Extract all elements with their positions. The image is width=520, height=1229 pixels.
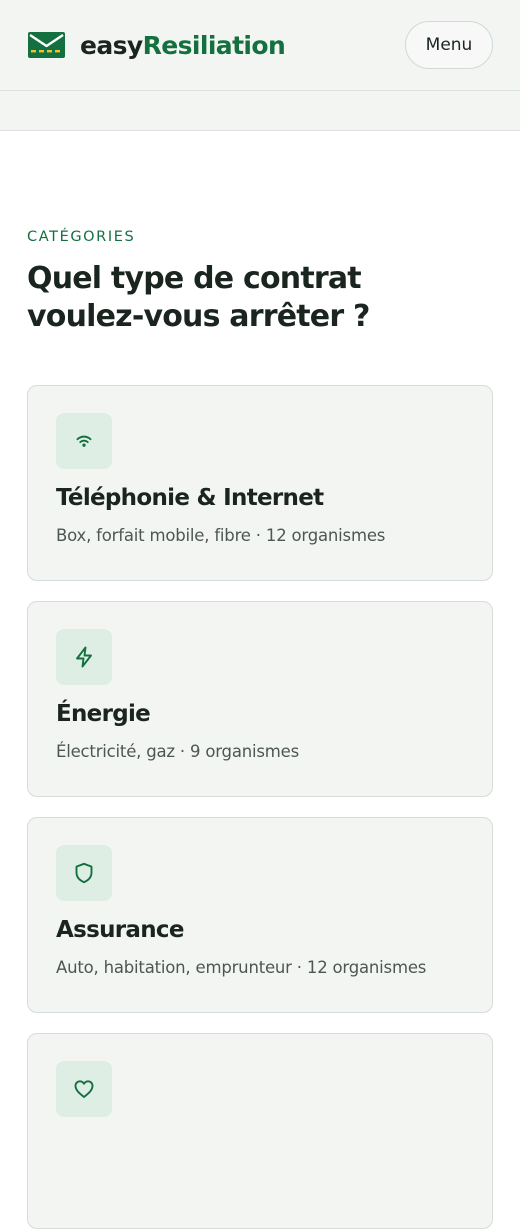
- category-card-energie[interactable]: Énergie Électricité, gaz · 9 organismes: [27, 601, 493, 797]
- brand-name-suffix: Resiliation: [142, 30, 286, 60]
- category-list: Téléphonie & Internet Box, forfait mobil…: [27, 385, 493, 1229]
- category-description: Box, forfait mobile, fibre · 12 organism…: [56, 526, 386, 545]
- category-icon-tile: [56, 1061, 112, 1117]
- category-card-sante[interactable]: [27, 1033, 493, 1229]
- category-title: Téléphonie & Internet: [56, 485, 324, 511]
- categories-section: CATÉGORIES Quel type de contrat voulez-v…: [0, 131, 520, 1229]
- category-icon-tile: [56, 413, 112, 469]
- menu-button[interactable]: Menu: [405, 21, 493, 69]
- wifi-icon: [76, 435, 92, 447]
- category-description: Auto, habitation, emprunteur · 12 organi…: [56, 958, 427, 977]
- page-title: Quel type de contrat voulez-vous arrêter…: [27, 260, 493, 336]
- category-title: Assurance: [56, 917, 184, 943]
- category-icon-tile: [56, 629, 112, 685]
- heart-icon: [74, 1080, 94, 1098]
- page-title-line-1: Quel type de contrat: [27, 261, 362, 296]
- lightning-icon: [76, 646, 92, 668]
- envelope-logo-icon: [28, 32, 65, 58]
- category-title: Énergie: [56, 701, 151, 727]
- site-header: easyResiliation Menu: [0, 0, 520, 91]
- category-card-telephonie-internet[interactable]: Téléphonie & Internet Box, forfait mobil…: [27, 385, 493, 581]
- category-card-assurance[interactable]: Assurance Auto, habitation, emprunteur ·…: [27, 817, 493, 1013]
- sub-navigation-bar: [0, 91, 520, 131]
- section-eyebrow: CATÉGORIES: [27, 229, 136, 245]
- page-title-line-2: voulez-vous arrêter ?: [27, 299, 370, 334]
- brand-name: easyResiliation: [80, 30, 286, 60]
- shield-icon: [75, 862, 93, 884]
- category-icon-tile: [56, 845, 112, 901]
- category-description: Électricité, gaz · 9 organismes: [56, 742, 299, 761]
- brand-logo[interactable]: easyResiliation: [28, 30, 286, 60]
- brand-name-prefix: easy: [80, 30, 143, 60]
